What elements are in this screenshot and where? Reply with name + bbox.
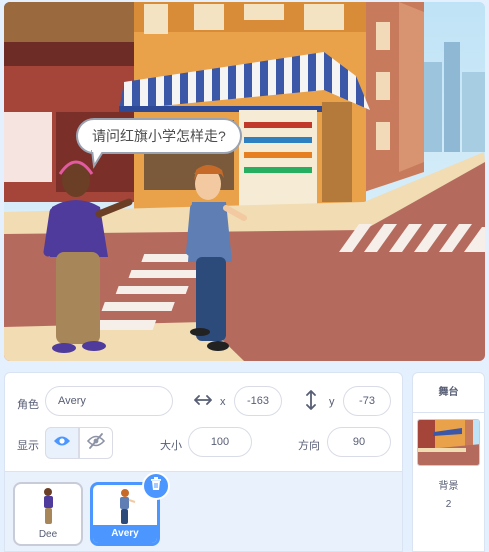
show-label: 显示 — [17, 440, 39, 452]
hide-sprite-button[interactable] — [79, 427, 113, 459]
scratch-editor: 请问红旗小学怎样走? 角色 Avery x -163 y -73 显示 大小 1… — [0, 0, 489, 552]
x-position-input[interactable]: -163 — [234, 386, 282, 416]
show-sprite-button[interactable] — [45, 427, 79, 459]
delete-sprite-button[interactable] — [142, 472, 170, 500]
speech-bubble: 请问红旗小学怎样走? — [76, 118, 242, 154]
speech-bubble-tail — [90, 150, 106, 169]
size-input[interactable]: 100 — [188, 427, 252, 457]
trash-icon — [150, 476, 162, 496]
sprite-name-dee: Dee — [38, 529, 58, 540]
eye-icon — [53, 434, 71, 452]
eye-slash-icon — [86, 432, 106, 454]
sprite-label: 角色 — [17, 399, 39, 411]
vertical-arrows-icon — [304, 390, 318, 415]
horizontal-arrows-icon — [194, 393, 212, 412]
backdrop-thumbnail[interactable] — [417, 419, 480, 466]
x-label: x — [220, 396, 226, 408]
direction-input[interactable]: 90 — [327, 427, 391, 457]
stage-canvas[interactable]: 请问红旗小学怎样走? — [4, 2, 485, 361]
sprite-tile-dee[interactable]: Dee — [13, 482, 83, 546]
y-position-input[interactable]: -73 — [343, 386, 391, 416]
stage-pane-title: 舞台 — [413, 373, 484, 413]
sprite-name-input[interactable]: Avery — [45, 386, 173, 416]
direction-label: 方向 — [298, 440, 320, 452]
street-scene-backdrop — [4, 2, 485, 361]
backdrops-label: 背景 — [438, 481, 459, 492]
y-label: y — [329, 396, 335, 408]
backdrops-count: 2 — [445, 499, 452, 510]
stage-selector-pane[interactable]: 舞台 背景 2 — [412, 372, 485, 552]
dee-thumbnail — [44, 488, 53, 524]
sprite-name-avery: Avery — [93, 525, 157, 543]
size-label: 大小 — [160, 440, 182, 452]
